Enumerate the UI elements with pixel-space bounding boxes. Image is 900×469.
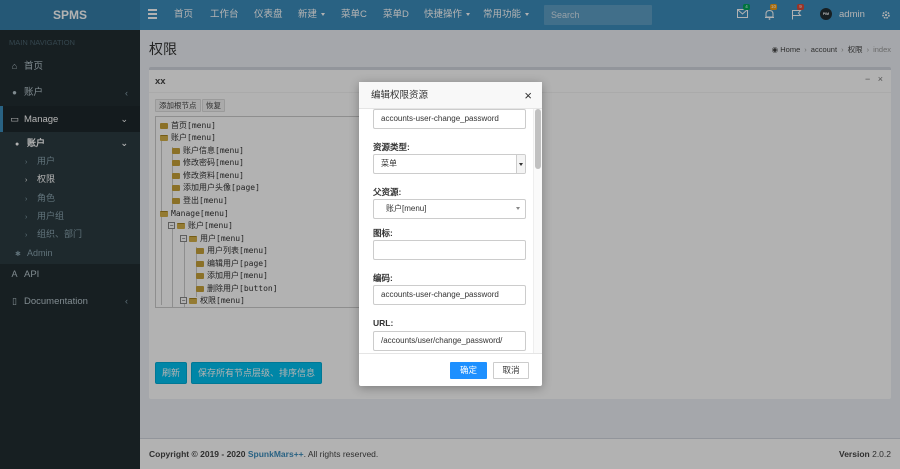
cancel-button[interactable]: 取消 (493, 362, 529, 379)
chevron-down-icon (516, 207, 520, 210)
modal-scrollbar[interactable] (533, 109, 542, 353)
modal-body: accounts-user-change_password 资源类型: 菜单 父… (359, 109, 542, 353)
name-field[interactable]: accounts-user-change_password (373, 109, 526, 129)
url-label: URL: (373, 318, 394, 328)
edit-permission-modal: 编辑权限资源 × accounts-user-change_password 资… (359, 82, 542, 386)
modal-header: 编辑权限资源 × (359, 82, 542, 109)
confirm-button[interactable]: 确定 (450, 362, 487, 379)
code-field[interactable]: accounts-user-change_password (373, 285, 526, 305)
modal-footer: 确定 取消 (359, 353, 542, 386)
icon-field[interactable] (373, 240, 526, 260)
icon-label: 图标: (373, 228, 393, 238)
modal-title: 编辑权限资源 (371, 90, 429, 101)
url-field[interactable]: /accounts/user/change_password/ (373, 331, 526, 351)
parent-select[interactable]: 账户[menu] (373, 199, 526, 219)
type-label: 资源类型: (373, 142, 410, 152)
parent-label: 父资源: (373, 187, 402, 197)
select-arrow-icon (516, 155, 525, 173)
close-icon[interactable]: × (524, 82, 532, 109)
scrollbar-thumb[interactable] (535, 109, 541, 169)
code-label: 编码: (373, 273, 393, 283)
type-select[interactable]: 菜单 (373, 154, 526, 174)
